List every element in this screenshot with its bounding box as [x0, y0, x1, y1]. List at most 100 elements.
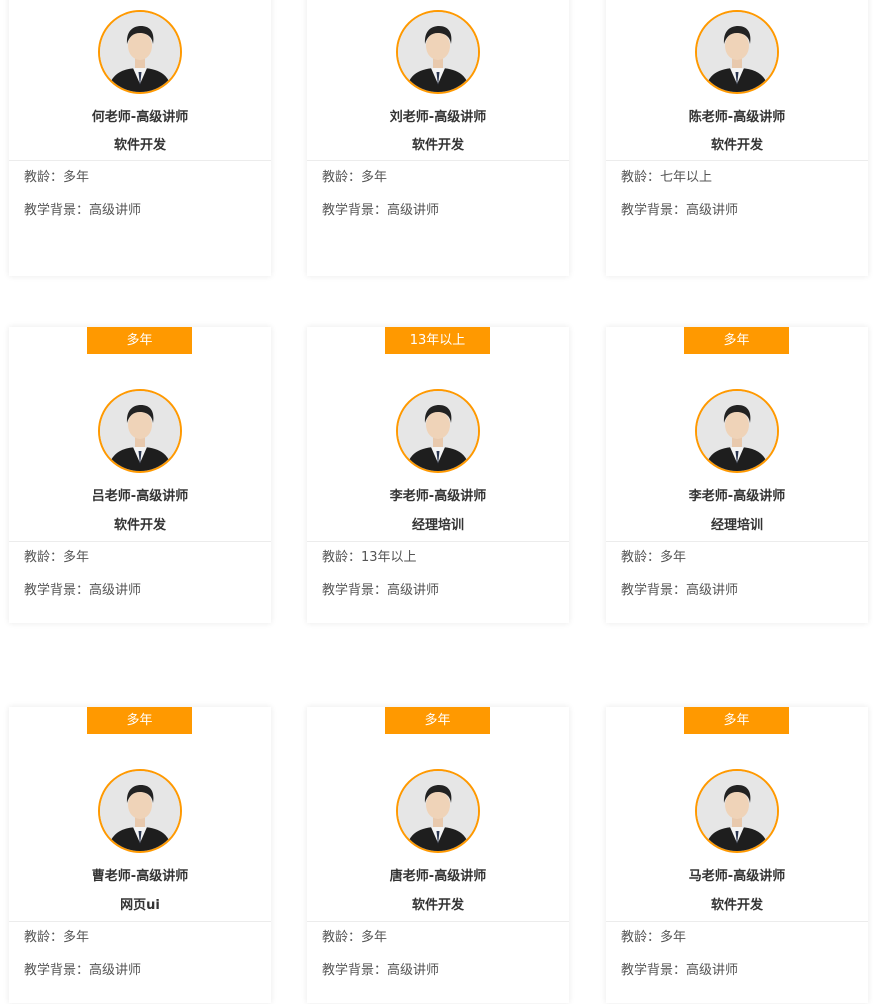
teacher-card[interactable]: 多年 马老师-高级讲师 软件开发 教龄：多年 教学背景：高级讲师 — [606, 707, 868, 1003]
teacher-avatar[interactable] — [695, 10, 779, 94]
teaching-age-label: 教龄： — [621, 930, 661, 945]
teaching-age-value: 多年 — [361, 930, 388, 945]
teacher-photo-icon — [398, 12, 478, 92]
teaching-age: 教龄：多年 — [621, 546, 686, 565]
teaching-background: 教学背景：高级讲师 — [322, 959, 439, 978]
teacher-subject: 软件开发 — [710, 898, 763, 913]
teaching-background-label: 教学背景： — [24, 963, 90, 978]
teacher-name: 曹老师-高级讲师 — [91, 869, 189, 884]
teacher-name: 吕老师-高级讲师 — [91, 489, 189, 504]
teacher-card[interactable]: 多年 曹老师-高级讲师 网页ui 教龄：多年 教学背景：高级讲师 — [9, 707, 271, 1003]
card-divider — [9, 541, 271, 542]
teaching-age-value: 多年 — [660, 930, 687, 945]
teacher-subject: 网页ui — [120, 898, 160, 913]
card-divider — [9, 921, 271, 922]
teaching-age: 教龄：多年 — [24, 166, 89, 185]
teaching-background: 教学背景：高级讲师 — [621, 579, 738, 598]
teacher-card[interactable]: 刘老师-高级讲师 软件开发 教龄：多年 教学背景：高级讲师 — [307, 0, 569, 276]
teacher-card[interactable]: 多年 李老师-高级讲师 经理培训 教龄：多年 教学背景：高级讲师 — [606, 327, 868, 623]
teaching-age-label: 教龄： — [621, 170, 661, 185]
teaching-background-label: 教学背景： — [24, 203, 90, 218]
teaching-background-value: 高级讲师 — [387, 963, 440, 978]
teacher-card[interactable]: 多年 唐老师-高级讲师 软件开发 教龄：多年 教学背景：高级讲师 — [307, 707, 569, 1003]
card-divider — [606, 160, 868, 161]
teaching-age-value: 13年以上 — [361, 550, 417, 565]
teacher-name: 李老师-高级讲师 — [688, 489, 786, 504]
teaching-age: 教龄：13年以上 — [322, 546, 417, 565]
teaching-age-label: 教龄： — [24, 550, 64, 565]
teacher-avatar[interactable] — [396, 10, 480, 94]
teaching-age-value: 七年以上 — [660, 170, 713, 185]
teaching-age: 教龄：多年 — [24, 546, 89, 565]
teaching-age: 教龄：多年 — [24, 926, 89, 945]
teaching-age-value: 多年 — [660, 550, 687, 565]
experience-badge: 多年 — [684, 327, 789, 354]
teaching-age-label: 教龄： — [322, 930, 362, 945]
experience-badge: 多年 — [684, 707, 789, 734]
teacher-avatar[interactable] — [98, 10, 182, 94]
teaching-background-value: 高级讲师 — [387, 203, 440, 218]
teacher-name: 唐老师-高级讲师 — [389, 869, 487, 884]
experience-badge: 多年 — [87, 707, 192, 734]
teaching-background-value: 高级讲师 — [686, 203, 739, 218]
teaching-background: 教学背景：高级讲师 — [322, 579, 439, 598]
card-divider — [307, 541, 569, 542]
teacher-card[interactable]: 多年 吕老师-高级讲师 软件开发 教龄：多年 教学背景：高级讲师 — [9, 327, 271, 623]
card-divider — [606, 541, 868, 542]
teaching-background: 教学背景：高级讲师 — [24, 199, 141, 218]
teaching-background-label: 教学背景： — [24, 583, 90, 598]
teacher-name: 李老师-高级讲师 — [389, 489, 487, 504]
teaching-background: 教学背景：高级讲师 — [621, 959, 738, 978]
teacher-card[interactable]: 陈老师-高级讲师 软件开发 教龄：七年以上 教学背景：高级讲师 — [606, 0, 868, 276]
teacher-avatar[interactable] — [396, 389, 480, 473]
teacher-name: 何老师-高级讲师 — [91, 110, 189, 125]
teaching-age-value: 多年 — [63, 170, 90, 185]
teacher-photo-icon — [697, 391, 777, 471]
teacher-photo-icon — [398, 391, 478, 471]
teaching-background-value: 高级讲师 — [686, 963, 739, 978]
teaching-age-value: 多年 — [63, 550, 90, 565]
teaching-age: 教龄：多年 — [621, 926, 686, 945]
teacher-avatar[interactable] — [695, 769, 779, 853]
teaching-background-value: 高级讲师 — [686, 583, 739, 598]
teaching-age: 教龄：七年以上 — [621, 166, 712, 185]
teaching-age-value: 多年 — [63, 930, 90, 945]
teaching-age-label: 教龄： — [621, 550, 661, 565]
teaching-background-label: 教学背景： — [322, 583, 388, 598]
teacher-avatar[interactable] — [396, 769, 480, 853]
teacher-photo-icon — [100, 771, 180, 851]
teacher-subject: 经理培训 — [411, 518, 464, 533]
teacher-photo-icon — [398, 771, 478, 851]
teacher-avatar[interactable] — [98, 389, 182, 473]
teaching-background: 教学背景：高级讲师 — [322, 199, 439, 218]
experience-badge: 13年以上 — [385, 327, 490, 354]
teacher-photo-icon — [100, 391, 180, 471]
teaching-age-label: 教龄： — [24, 170, 64, 185]
teacher-name: 陈老师-高级讲师 — [688, 110, 786, 125]
teaching-background-label: 教学背景： — [621, 583, 687, 598]
teacher-subject: 经理培训 — [710, 518, 763, 533]
experience-badge: 多年 — [385, 707, 490, 734]
teacher-name: 刘老师-高级讲师 — [389, 110, 487, 125]
teacher-subject: 软件开发 — [113, 518, 166, 533]
teacher-subject: 软件开发 — [113, 138, 166, 153]
teaching-age: 教龄：多年 — [322, 926, 387, 945]
teacher-subject: 软件开发 — [411, 138, 464, 153]
teacher-avatar[interactable] — [695, 389, 779, 473]
teaching-background-label: 教学背景： — [322, 963, 388, 978]
teaching-background: 教学背景：高级讲师 — [24, 579, 141, 598]
teacher-subject: 软件开发 — [710, 138, 763, 153]
teacher-card[interactable]: 何老师-高级讲师 软件开发 教龄：多年 教学背景：高级讲师 — [9, 0, 271, 276]
teaching-age-label: 教龄： — [24, 930, 64, 945]
experience-badge: 多年 — [87, 327, 192, 354]
teaching-background-value: 高级讲师 — [89, 583, 142, 598]
teaching-background-value: 高级讲师 — [89, 963, 142, 978]
teacher-photo-icon — [697, 771, 777, 851]
teacher-card[interactable]: 13年以上 李老师-高级讲师 经理培训 教龄：13年以上 教学背景：高级讲师 — [307, 327, 569, 623]
card-divider — [9, 160, 271, 161]
teacher-avatar[interactable] — [98, 769, 182, 853]
teaching-background-value: 高级讲师 — [387, 583, 440, 598]
teaching-age-value: 多年 — [361, 170, 388, 185]
teaching-age-label: 教龄： — [322, 550, 362, 565]
teaching-age-label: 教龄： — [322, 170, 362, 185]
